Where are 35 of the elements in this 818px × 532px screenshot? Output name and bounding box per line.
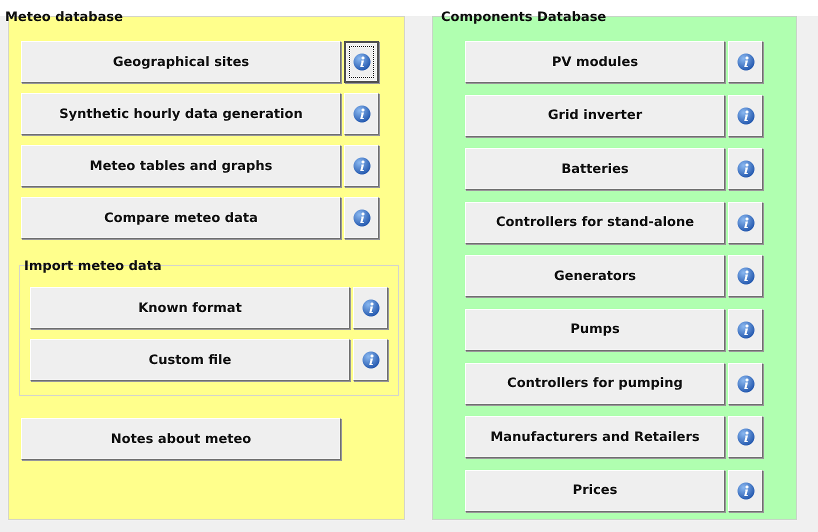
database-button[interactable]: Controllers for pumping [465, 362, 725, 405]
database-button[interactable]: Synthetic hourly data generation [21, 93, 341, 135]
database-button[interactable]: Manufacturers and Retailers [465, 416, 725, 458]
database-button[interactable]: Prices [465, 470, 725, 512]
database-button[interactable]: Geographical sites [21, 41, 341, 83]
database-button[interactable]: Compare meteo data [21, 197, 341, 239]
info-icon [736, 374, 754, 393]
panel-title: Meteo database [5, 11, 123, 25]
info-icon [736, 160, 754, 178]
database-button[interactable]: Grid inverter [465, 94, 725, 137]
panel-title: Components Database [441, 11, 606, 25]
database-button[interactable]: Batteries [465, 148, 725, 190]
info-button[interactable] [344, 41, 379, 83]
database-button[interactable]: Known format [30, 287, 350, 329]
info-icon [352, 209, 370, 227]
database-button[interactable]: PV modules [465, 41, 725, 83]
database-button[interactable]: Custom file [30, 339, 350, 381]
info-icon [352, 53, 370, 71]
info-icon [736, 482, 754, 500]
info-icon [352, 105, 370, 123]
database-button[interactable]: Meteo tables and graphs [21, 145, 341, 187]
info-icon [362, 299, 380, 317]
info-icon [736, 106, 754, 125]
info-icon [736, 214, 754, 232]
info-icon [352, 157, 370, 175]
database-button[interactable]: Pumps [465, 308, 725, 351]
group-title: Import meteo data [24, 260, 162, 274]
info-icon [736, 267, 754, 286]
database-button[interactable]: Generators [465, 255, 725, 298]
notes-button[interactable]: Notes about meteo [21, 418, 341, 460]
info-icon [736, 428, 754, 446]
info-icon [736, 320, 754, 339]
info-icon [736, 53, 754, 71]
info-icon [362, 351, 380, 369]
database-button[interactable]: Controllers for stand-alone [465, 202, 725, 244]
